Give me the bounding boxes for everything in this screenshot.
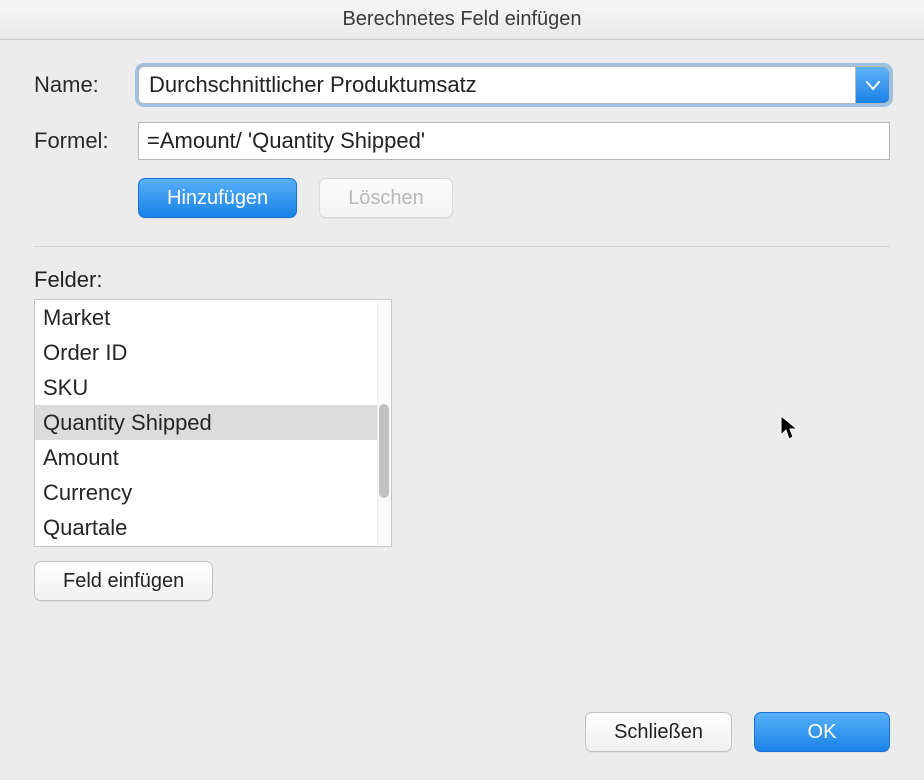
formula-buttons-row: Hinzufügen Löschen: [138, 178, 890, 218]
section-divider: [34, 246, 890, 247]
scrollbar-track[interactable]: [377, 300, 391, 546]
delete-button: Löschen: [319, 178, 453, 218]
dialog-footer: Schließen OK: [0, 712, 924, 780]
ok-button[interactable]: OK: [754, 712, 890, 752]
list-item[interactable]: Currency: [35, 475, 377, 510]
formula-row: Formel:: [34, 122, 890, 160]
name-dropdown-button[interactable]: [855, 67, 889, 103]
dialog-window: Berechnetes Feld einfügen Name: Formel:: [0, 0, 924, 780]
close-button[interactable]: Schließen: [585, 712, 732, 752]
list-item[interactable]: Quartale: [35, 510, 377, 545]
list-item[interactable]: SKU: [35, 370, 377, 405]
insert-field-button[interactable]: Feld einfügen: [34, 561, 213, 601]
list-item[interactable]: Order ID: [35, 335, 377, 370]
fields-label: Felder:: [34, 267, 890, 293]
chevron-down-icon: [866, 73, 880, 97]
fields-listbox[interactable]: MarketOrder IDSKUQuantity ShippedAmountC…: [34, 299, 392, 547]
formula-input[interactable]: [138, 122, 890, 160]
name-label: Name:: [34, 72, 138, 98]
add-button[interactable]: Hinzufügen: [138, 178, 297, 218]
list-item[interactable]: Quantity Shipped: [35, 405, 377, 440]
scrollbar-thumb[interactable]: [379, 404, 389, 498]
dialog-title: Berechnetes Feld einfügen: [0, 0, 924, 40]
list-item[interactable]: Amount: [35, 440, 377, 475]
list-item[interactable]: Market: [35, 300, 377, 335]
dialog-content: Name: Formel: Hinzufügen Lösche: [0, 40, 924, 712]
name-combobox[interactable]: [138, 66, 890, 104]
name-input[interactable]: [139, 67, 855, 103]
formula-label: Formel:: [34, 128, 138, 154]
name-row: Name:: [34, 66, 890, 104]
